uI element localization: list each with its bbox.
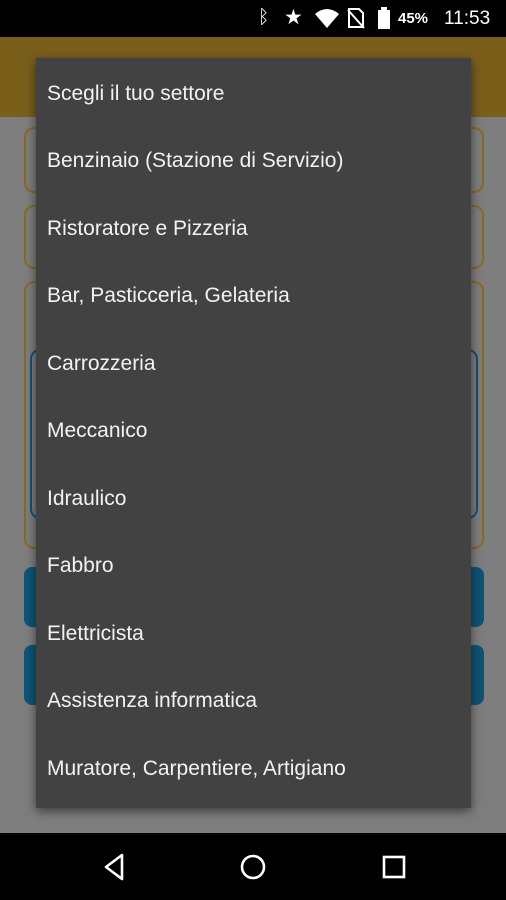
menu-item[interactable]: Carrozzeria: [36, 330, 471, 397]
menu-item[interactable]: Bar, Pasticceria, Gelateria: [36, 262, 471, 329]
bluetooth-icon: ᛒ: [258, 7, 270, 28]
sector-dropdown-menu: Scegli il tuo settore Benzinaio (Stazion…: [36, 58, 471, 808]
back-icon[interactable]: [100, 852, 130, 882]
home-icon[interactable]: [238, 852, 268, 882]
menu-item[interactable]: Benzinaio (Stazione di Servizio): [36, 127, 471, 194]
star-icon: ★: [284, 6, 303, 29]
menu-item[interactable]: Muratore, Carpentiere, Artigiano: [36, 735, 471, 802]
menu-item[interactable]: Scegli il tuo settore: [36, 60, 471, 127]
menu-item[interactable]: Ristoratore e Pizzeria: [36, 195, 471, 262]
status-bar: ᛒ ★ 45% 11:53: [0, 0, 506, 37]
menu-item[interactable]: Assistenza informatica: [36, 667, 471, 734]
menu-item[interactable]: Elettricista: [36, 600, 471, 667]
status-time: 11:53: [444, 8, 491, 29]
menu-item[interactable]: Idraulico: [36, 465, 471, 532]
recents-icon[interactable]: [379, 852, 409, 882]
battery-percentage: 45%: [398, 10, 429, 27]
wifi-icon: [315, 9, 339, 28]
no-sim-icon: [347, 8, 365, 29]
menu-item[interactable]: Meccanico: [36, 397, 471, 464]
menu-item[interactable]: Fabbro: [36, 532, 471, 599]
battery-icon: [378, 7, 390, 29]
navigation-bar: [0, 833, 506, 900]
